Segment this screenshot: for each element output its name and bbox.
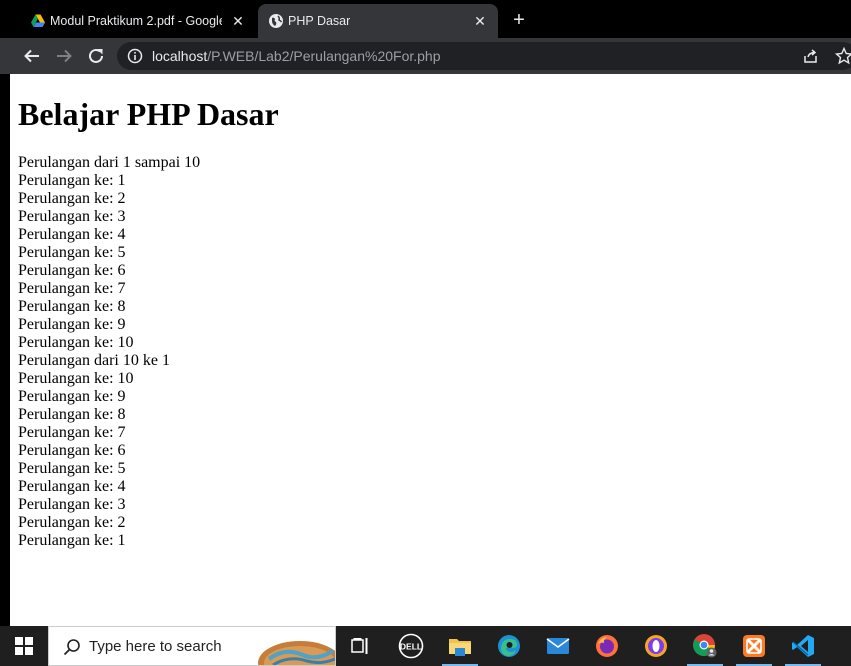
taskbar-search-box[interactable]: Type here to search [48,626,336,666]
edge-button[interactable] [487,626,531,666]
forward-button[interactable] [53,45,75,67]
web-page: Belajar PHP Dasar Perulangan dari 1 samp… [10,74,851,626]
output-line: Perulangan ke: 9 [18,316,126,333]
output-line: Perulangan ke: 4 [18,478,126,495]
taskbar: Type here to search DELL [0,626,851,666]
tab-php-dasar[interactable]: PHP Dasar ✕ [258,4,498,38]
xampp-button[interactable] [732,626,776,666]
start-button[interactable] [0,626,48,666]
tab-modul-praktikum[interactable]: Modul Praktikum 2.pdf - Google ✕ [20,4,256,38]
output-line: Perulangan ke: 7 [18,424,126,441]
share-icon[interactable] [803,48,819,64]
arrow-right-icon [57,49,72,63]
windows-logo-icon [15,637,33,655]
info-icon[interactable] [127,48,143,64]
search-highlight-icon [258,641,335,665]
browser-toolbar: localhost/P.WEB/Lab2/Perulangan%20For.ph… [0,38,851,74]
task-view-icon [351,638,368,654]
tab-strip: Modul Praktikum 2.pdf - Google ✕ PHP Das… [0,0,851,38]
task-view-button[interactable] [339,626,383,666]
output-line: Perulangan ke: 1 [18,532,126,549]
mail-button[interactable] [536,626,580,666]
opera-button[interactable] [634,626,678,666]
reload-icon [89,48,103,63]
address-bar[interactable]: localhost/P.WEB/Lab2/Perulangan%20For.ph… [117,42,851,70]
dell-icon: DELL [398,633,424,659]
output-line: Perulangan dari 10 ke 1 [18,352,170,369]
output-line: Perulangan ke: 8 [18,406,126,423]
output-line: Perulangan ke: 2 [18,514,126,531]
mail-icon [546,638,570,654]
output-line: Perulangan ke: 10 [18,334,134,351]
opera-icon [645,635,667,657]
output-line: Perulangan ke: 6 [18,442,126,459]
output-line: Perulangan ke: 2 [18,190,126,207]
bookmark-star-icon[interactable] [835,47,851,65]
chrome-button[interactable] [683,626,727,666]
output-lines: Perulangan dari 1 sampai 10 Perulangan k… [18,154,200,550]
output-line: Perulangan ke: 5 [18,460,126,477]
google-drive-icon [31,14,45,27]
new-tab-button[interactable]: + [508,9,530,31]
tab-title: PHP Dasar [288,14,351,28]
tab-title: Modul Praktikum 2.pdf - Google [50,14,222,28]
search-placeholder: Type here to search [89,638,222,655]
chrome-icon [693,634,717,658]
file-explorer-button[interactable] [438,626,482,666]
firefox-icon [596,635,618,657]
url-host: localhost [152,48,208,64]
xampp-icon [743,635,765,657]
search-icon [63,639,80,656]
globe-icon [269,14,283,28]
close-tab-icon[interactable]: ✕ [230,13,246,29]
url-path: /P.WEB/Lab2/Perulangan%20For.php [207,48,441,64]
output-line: Perulangan ke: 4 [18,226,126,243]
page-heading: Belajar PHP Dasar [18,96,279,132]
output-line: Perulangan ke: 9 [18,388,126,405]
output-line: Perulangan ke: 7 [18,280,126,297]
dell-app-button[interactable]: DELL [389,626,433,666]
output-line: Perulangan ke: 5 [18,244,126,261]
arrow-left-icon [24,49,39,63]
reload-button[interactable] [85,45,107,67]
edge-icon [498,635,520,657]
output-line: Perulangan dari 1 sampai 10 [18,154,201,171]
back-button[interactable] [21,45,43,67]
svg-text:DELL: DELL [400,642,422,652]
url-text[interactable]: localhost/P.WEB/Lab2/Perulangan%20For.ph… [152,48,441,64]
close-tab-icon[interactable]: ✕ [472,13,488,29]
vscode-button[interactable] [781,626,825,666]
output-line: Perulangan ke: 8 [18,298,126,315]
firefox-button[interactable] [585,626,629,666]
output-line: Perulangan ke: 1 [18,172,126,189]
output-line: Perulangan ke: 3 [18,496,126,513]
vscode-icon [792,635,814,657]
output-line: Perulangan ke: 3 [18,208,126,225]
output-line: Perulangan ke: 6 [18,262,126,279]
output-line: Perulangan ke: 10 [18,370,134,387]
file-explorer-icon [449,639,471,656]
